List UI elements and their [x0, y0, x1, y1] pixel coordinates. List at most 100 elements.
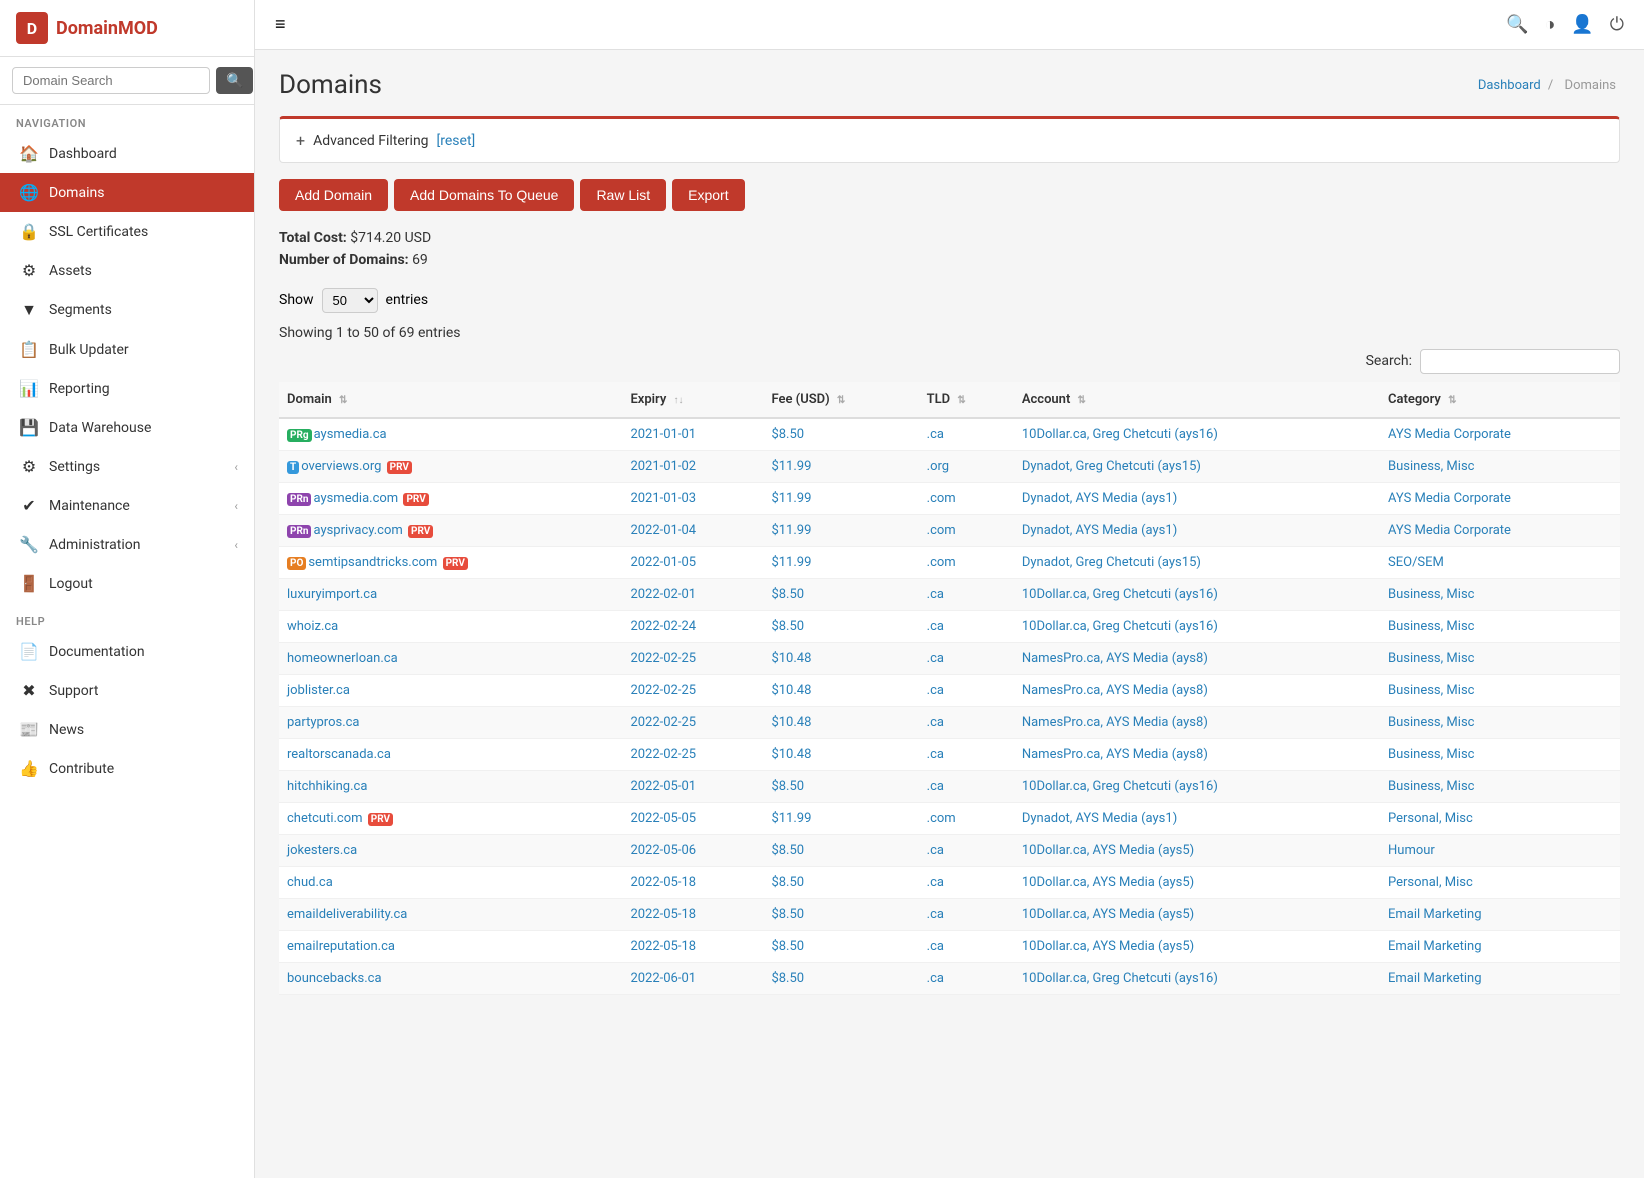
fee-link[interactable]: $11.99 — [771, 811, 811, 826]
fee-link[interactable]: $8.50 — [771, 971, 804, 986]
account-link[interactable]: 10Dollar.ca, AYS Media (ays5) — [1022, 875, 1194, 890]
domain-link[interactable]: hitchhiking.ca — [287, 779, 367, 794]
filter-expand-icon[interactable]: + — [296, 131, 305, 150]
tld-link[interactable]: .org — [927, 459, 949, 474]
tld-link[interactable]: .com — [927, 523, 956, 538]
domain-link[interactable]: aysmedia.ca — [314, 427, 387, 442]
category-link[interactable]: Personal, Misc — [1388, 811, 1473, 826]
account-link[interactable]: Dynadot, Greg Chetcuti (ays15) — [1022, 555, 1201, 570]
category-link[interactable]: Business, Misc — [1388, 715, 1474, 730]
domain-search-button[interactable]: 🔍 — [216, 67, 253, 94]
domain-link[interactable]: aysmedia.com — [313, 491, 398, 506]
category-link[interactable]: Personal, Misc — [1388, 875, 1473, 890]
category-link[interactable]: Business, Misc — [1388, 747, 1474, 762]
user-icon[interactable]: 👤 — [1571, 14, 1593, 35]
expiry-link[interactable]: 2022-02-25 — [630, 651, 696, 666]
domain-link[interactable]: luxuryimport.ca — [287, 587, 377, 602]
fee-link[interactable]: $11.99 — [771, 491, 811, 506]
tld-link[interactable]: .ca — [927, 843, 944, 858]
sidebar-item-bulk[interactable]: 📋 Bulk Updater — [0, 330, 254, 369]
expiry-link[interactable]: 2022-01-04 — [630, 523, 696, 538]
category-link[interactable]: Business, Misc — [1388, 619, 1474, 634]
fee-link[interactable]: $11.99 — [771, 459, 811, 474]
domain-link[interactable]: bouncebacks.ca — [287, 971, 382, 986]
expiry-link[interactable]: 2022-02-25 — [630, 747, 696, 762]
add-domain-button[interactable]: Add Domain — [279, 179, 388, 211]
add-queue-button[interactable]: Add Domains To Queue — [394, 179, 574, 211]
sidebar-item-domains[interactable]: 🌐 Domains — [0, 173, 254, 212]
fee-link[interactable]: $8.50 — [771, 779, 804, 794]
expiry-link[interactable]: 2021-01-02 — [630, 459, 696, 474]
tld-link[interactable]: .ca — [927, 619, 944, 634]
filter-reset-link[interactable]: [reset] — [437, 133, 476, 149]
entries-per-page-select[interactable]: 50 25 100 — [322, 288, 378, 313]
account-link[interactable]: Dynadot, AYS Media (ays1) — [1022, 491, 1177, 506]
domain-link[interactable]: jokesters.ca — [287, 843, 357, 858]
col-account[interactable]: Account ⇅ — [1014, 382, 1380, 418]
account-link[interactable]: 10Dollar.ca, Greg Chetcuti (ays16) — [1022, 619, 1218, 634]
sidebar-item-contribute[interactable]: 👍 Contribute — [0, 749, 254, 788]
expiry-link[interactable]: 2022-05-01 — [630, 779, 696, 794]
sidebar-item-assets[interactable]: ⚙ Assets — [0, 251, 254, 290]
tld-link[interactable]: .ca — [927, 747, 944, 762]
sidebar-item-news[interactable]: 📰 News — [0, 710, 254, 749]
col-tld[interactable]: TLD ⇅ — [919, 382, 1014, 418]
category-link[interactable]: Business, Misc — [1388, 459, 1474, 474]
sidebar-item-ssl[interactable]: 🔒 SSL Certificates — [0, 212, 254, 251]
menu-toggle-button[interactable]: ≡ — [275, 14, 286, 35]
fee-link[interactable]: $11.99 — [771, 555, 811, 570]
domain-link[interactable]: semtipsandtricks.com — [308, 555, 437, 570]
fee-link[interactable]: $10.48 — [771, 747, 811, 762]
fee-link[interactable]: $8.50 — [771, 875, 804, 890]
sidebar-item-segments[interactable]: ▼ Segments — [0, 290, 254, 330]
category-link[interactable]: Business, Misc — [1388, 587, 1474, 602]
tld-link[interactable]: .ca — [927, 715, 944, 730]
tld-link[interactable]: .ca — [927, 971, 944, 986]
expiry-link[interactable]: 2022-06-01 — [630, 971, 696, 986]
fee-link[interactable]: $8.50 — [771, 427, 804, 442]
sidebar-item-settings[interactable]: ⚙ Settings ‹ — [0, 447, 254, 486]
account-link[interactable]: 10Dollar.ca, AYS Media (ays5) — [1022, 843, 1194, 858]
expiry-link[interactable]: 2022-02-24 — [630, 619, 696, 634]
account-link[interactable]: NamesPro.ca, AYS Media (ays8) — [1022, 715, 1208, 730]
domain-link[interactable]: whoiz.ca — [287, 619, 338, 634]
tld-link[interactable]: .com — [927, 491, 956, 506]
expiry-link[interactable]: 2022-05-18 — [630, 939, 696, 954]
tld-link[interactable]: .ca — [927, 427, 944, 442]
category-link[interactable]: SEO/SEM — [1388, 555, 1444, 570]
raw-list-button[interactable]: Raw List — [580, 179, 666, 211]
breadcrumb-home[interactable]: Dashboard — [1478, 78, 1541, 93]
domain-link[interactable]: aysprivacy.com — [313, 523, 402, 538]
domain-link[interactable]: joblister.ca — [287, 683, 350, 698]
contrast-icon[interactable]: ◑ — [1544, 14, 1555, 35]
export-button[interactable]: Export — [672, 179, 744, 211]
domain-link[interactable]: chud.ca — [287, 875, 333, 890]
category-link[interactable]: AYS Media Corporate — [1388, 427, 1511, 442]
expiry-link[interactable]: 2022-02-25 — [630, 715, 696, 730]
category-link[interactable]: AYS Media Corporate — [1388, 523, 1511, 538]
expiry-link[interactable]: 2022-05-18 — [630, 875, 696, 890]
expiry-link[interactable]: 2022-05-05 — [630, 811, 696, 826]
account-link[interactable]: 10Dollar.ca, Greg Chetcuti (ays16) — [1022, 779, 1218, 794]
sidebar-item-maintenance[interactable]: ✔ Maintenance ‹ — [0, 486, 254, 525]
expiry-link[interactable]: 2022-01-05 — [630, 555, 696, 570]
domain-search-input[interactable] — [12, 67, 210, 94]
tld-link[interactable]: .com — [927, 811, 956, 826]
domain-link[interactable]: homeownerloan.ca — [287, 651, 398, 666]
power-icon[interactable]: ⏻ — [1610, 14, 1624, 35]
fee-link[interactable]: $11.99 — [771, 523, 811, 538]
tld-link[interactable]: .ca — [927, 779, 944, 794]
domain-link[interactable]: chetcuti.com — [287, 811, 363, 826]
col-domain[interactable]: Domain ⇅ — [279, 382, 622, 418]
table-search-input[interactable] — [1420, 349, 1620, 374]
sidebar-item-datawarehouse[interactable]: 💾 Data Warehouse — [0, 408, 254, 447]
fee-link[interactable]: $8.50 — [771, 843, 804, 858]
sidebar-item-reporting[interactable]: 📊 Reporting — [0, 369, 254, 408]
col-category[interactable]: Category ⇅ — [1380, 382, 1620, 418]
tld-link[interactable]: .ca — [927, 587, 944, 602]
account-link[interactable]: 10Dollar.ca, Greg Chetcuti (ays16) — [1022, 427, 1218, 442]
domain-search-bar[interactable]: 🔍 — [0, 57, 254, 105]
tld-link[interactable]: .ca — [927, 907, 944, 922]
account-link[interactable]: Dynadot, AYS Media (ays1) — [1022, 811, 1177, 826]
expiry-link[interactable]: 2022-05-06 — [630, 843, 696, 858]
